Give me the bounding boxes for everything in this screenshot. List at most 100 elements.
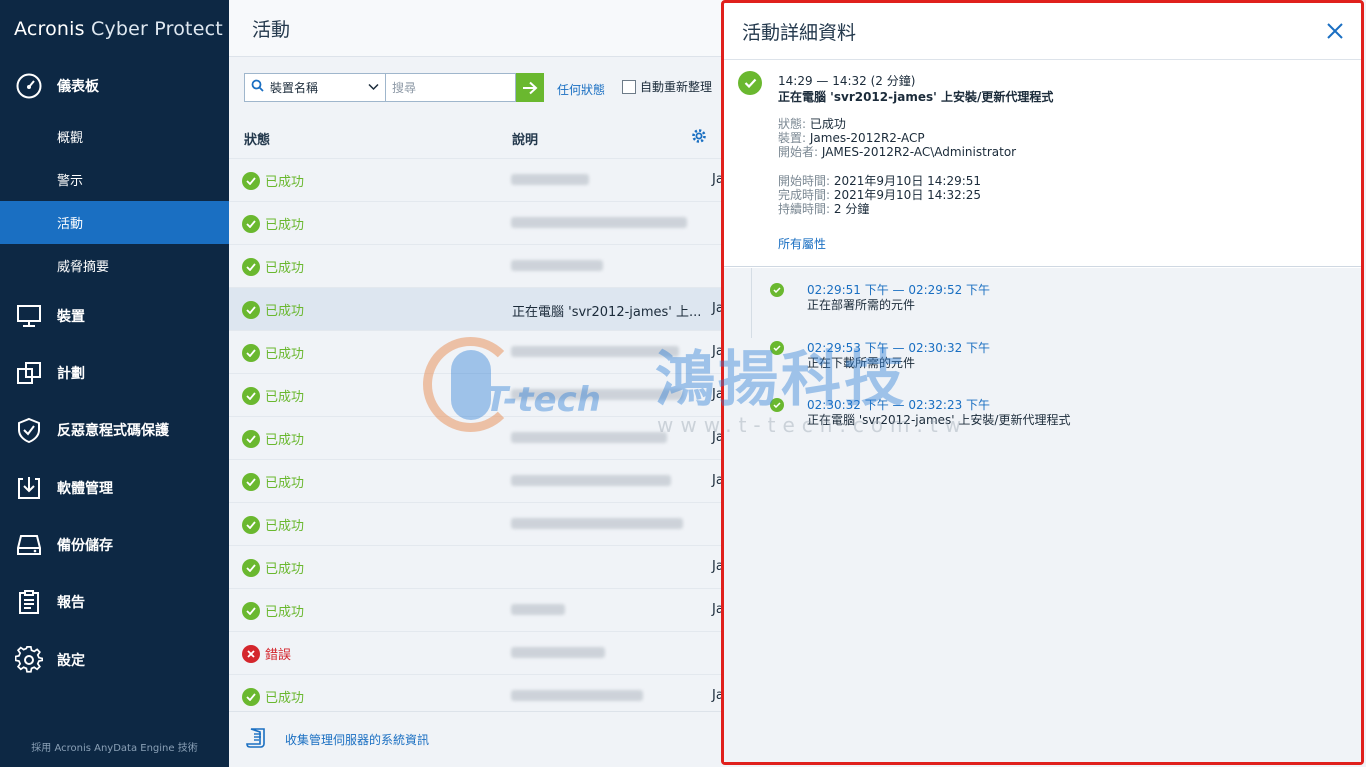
chevron-down-icon [368, 80, 379, 95]
table-row-selected[interactable]: 已成功 正在電腦 'svr2012-james' 上... Ja [229, 287, 724, 330]
nav-overview[interactable]: 概觀 [0, 115, 229, 158]
nav-devices[interactable]: 裝置 [0, 294, 229, 338]
table-row[interactable]: 已成功 Ja [229, 588, 724, 631]
success-check-icon [242, 472, 260, 491]
row-status: 錯誤 [242, 644, 291, 663]
nav-alerts-label: 警示 [57, 174, 84, 189]
row-status-label: 已成功 [265, 433, 305, 448]
redacted-description [511, 217, 687, 228]
step-description: 正在部署所需的元件 [807, 298, 916, 312]
nav-settings[interactable]: 設定 [0, 638, 229, 682]
column-settings-gear-icon[interactable] [691, 128, 707, 148]
nav-software-label: 軟體管理 [57, 481, 113, 497]
timeline-step: 02:29:53 下午 — 02:30:32 下午 正在下載所需的元件 [724, 326, 1361, 370]
auto-refresh-toggle[interactable]: 自動重新整理 [622, 80, 712, 94]
nav-backup-storage[interactable]: 備份儲存 [0, 523, 229, 567]
column-header-status[interactable]: 狀態 [244, 129, 270, 148]
table-row[interactable]: 錯誤 [229, 631, 724, 674]
success-check-icon [242, 171, 260, 190]
nav-plans-label: 計劃 [57, 366, 85, 382]
shield-icon [14, 415, 44, 445]
duration-label: 持續時間: [778, 202, 831, 216]
started-by-label: 開始者: [778, 145, 819, 159]
column-header-description[interactable]: 說明 [512, 129, 538, 148]
nav-activities[interactable]: 活動 [0, 201, 229, 244]
nav-antimalware[interactable]: 反惡意程式碼保護 [0, 408, 229, 452]
nav-reports-label: 報告 [57, 595, 85, 611]
row-status-label: 已成功 [265, 347, 305, 362]
auto-refresh-checkbox[interactable] [622, 80, 636, 94]
collect-system-info-link[interactable]: 收集管理伺服器的系統資訊 [285, 731, 429, 748]
success-check-icon [242, 515, 260, 534]
table-row[interactable]: 已成功 Ja [229, 158, 724, 201]
step-description: 正在下載所需的元件 [807, 356, 916, 370]
row-status-label: 已成功 [265, 304, 305, 319]
table-row[interactable]: 已成功 [229, 201, 724, 244]
nav-software[interactable]: 軟體管理 [0, 466, 229, 510]
nav-devices-label: 裝置 [57, 309, 85, 325]
powered-by-text: 採用 Acronis AnyData Engine 技術 [31, 743, 198, 754]
activity-details-panel: 活動詳細資料 14:29 — 14:32 (2 分鐘) 正在電腦 'svr201… [721, 0, 1364, 765]
nav-reports[interactable]: 報告 [0, 580, 229, 624]
success-check-icon [242, 429, 260, 448]
nav-antimalware-label: 反惡意程式碼保護 [57, 423, 169, 439]
table-row[interactable]: 已成功 [229, 244, 724, 287]
start-time-row: 開始時間: 2021年9月10日 14:29:51 [778, 174, 981, 189]
collect-system-info-bar[interactable]: 收集管理伺服器的系統資訊 [229, 711, 724, 767]
row-status-label: 已成功 [265, 605, 305, 620]
timeline-step: 02:29:51 下午 — 02:29:52 下午 正在部署所需的元件 [724, 268, 1361, 312]
success-check-icon [242, 386, 260, 405]
search-input[interactable] [386, 73, 516, 102]
row-status: 已成功 [242, 386, 304, 405]
row-status: 已成功 [242, 257, 304, 276]
gear-icon [14, 645, 44, 675]
table-row[interactable]: 已成功 [229, 502, 724, 545]
finish-time-value: 2021年9月10日 14:32:25 [833, 188, 982, 202]
success-check-icon [242, 300, 260, 319]
close-icon[interactable] [1325, 21, 1345, 41]
row-description: 正在電腦 'svr2012-james' 上... [512, 305, 702, 320]
device-label: 裝置: [778, 131, 807, 145]
table-row[interactable]: 已成功 Ja [229, 416, 724, 459]
activity-title: 正在電腦 'svr2012-james' 上安裝/更新代理程式 [778, 90, 1054, 104]
started-by-value: JAMES-2012R2-AC\Administrator [821, 145, 1017, 159]
success-check-icon [738, 71, 762, 95]
table-row[interactable]: 已成功 Ja [229, 330, 724, 373]
row-status: 已成功 [242, 429, 304, 448]
activity-steps-timeline: 02:29:51 下午 — 02:29:52 下午 正在部署所需的元件 02:2… [724, 268, 1361, 762]
nav-alerts[interactable]: 警示 [0, 158, 229, 201]
duration-value: 2 分鐘 [833, 202, 870, 216]
nav-plans[interactable]: 計劃 [0, 351, 229, 395]
software-download-icon [14, 473, 44, 503]
table-row[interactable]: 已成功 Ja [229, 545, 724, 588]
row-status-label: 已成功 [265, 218, 305, 233]
storage-drive-icon [14, 530, 44, 560]
error-x-icon [242, 644, 260, 663]
activities-list-pane: 活動 裝置名稱 任何狀態 自動重新整理 狀態 說明 已成功Ja 已成功 已成功 [229, 0, 724, 767]
success-check-icon [770, 283, 784, 297]
success-check-icon [770, 398, 784, 412]
redacted-description [511, 604, 565, 615]
row-status-label: 已成功 [265, 261, 305, 276]
all-properties-link[interactable]: 所有屬性 [778, 235, 826, 252]
logo-product: Cyber Protect [91, 18, 223, 40]
scroll-document-icon [245, 726, 269, 754]
step-description: 正在電腦 'svr2012-james' 上安裝/更新代理程式 [807, 413, 1071, 427]
status-filter-link[interactable]: 任何狀態 [557, 81, 605, 98]
redacted-description [511, 647, 605, 658]
search-go-button[interactable] [516, 73, 544, 102]
auto-refresh-label: 自動重新整理 [640, 80, 713, 94]
nav-dashboard[interactable]: 儀表板 [0, 64, 229, 108]
row-status-label: 已成功 [265, 390, 305, 405]
device-value: James-2012R2-ACP [809, 131, 925, 145]
table-row[interactable]: 已成功 Ja [229, 373, 724, 416]
status-row: 狀態: 已成功 [778, 117, 846, 132]
activity-summary: 14:29 — 14:32 (2 分鐘) 正在電腦 'svr2012-james… [724, 61, 1361, 267]
success-check-icon [242, 558, 260, 577]
table-row[interactable]: 已成功 Ja [229, 459, 724, 502]
nav-threat-feed[interactable]: 威脅摘要 [0, 244, 229, 287]
redacted-description [511, 260, 603, 271]
filter-field-dropdown[interactable]: 裝置名稱 [244, 73, 386, 102]
details-title: 活動詳細資料 [742, 21, 857, 44]
redacted-description [511, 475, 671, 486]
